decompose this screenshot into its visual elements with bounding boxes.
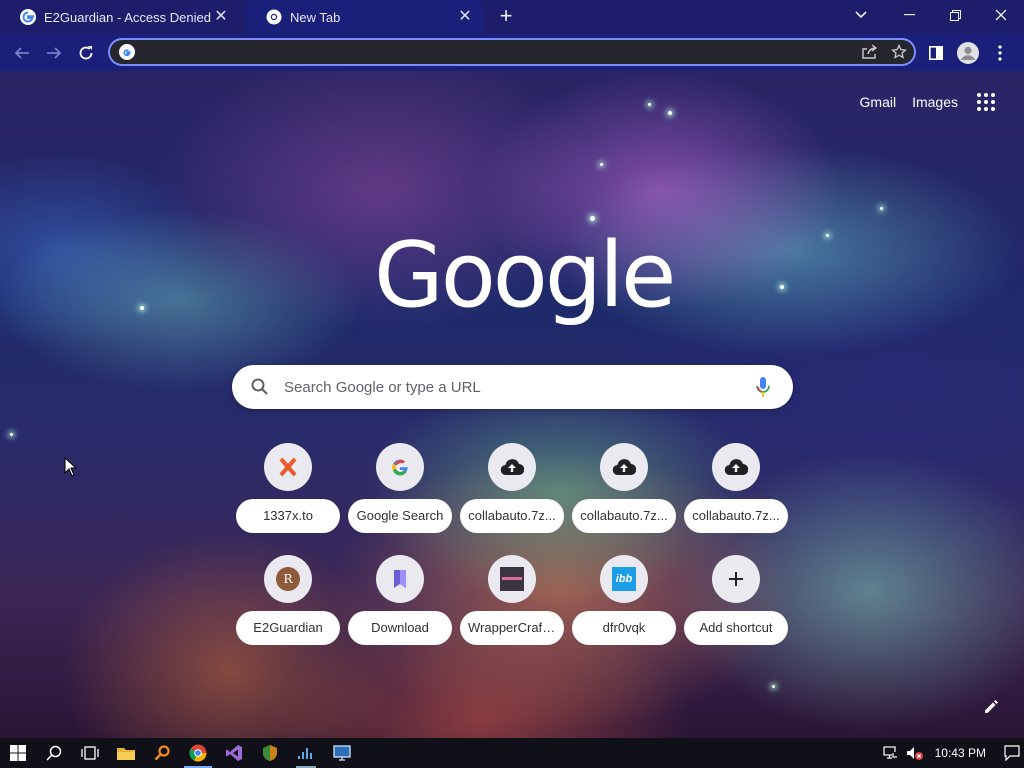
tab-close-icon[interactable]: ✕ [456,8,474,26]
chrome-favicon-icon [266,9,282,25]
cloud-upload-icon [600,443,648,491]
system-tray: 10:43 PM [879,738,1024,768]
shortcut-label: collabauto.7z... [572,499,676,533]
shortcut-tile[interactable]: collabauto.7z... [572,443,676,533]
r-letter-icon: R [264,555,312,603]
file-explorer-icon[interactable] [108,738,144,768]
x-letter-icon [264,443,312,491]
google-g-icon [376,443,424,491]
shortcut-label: collabauto.7z... [684,499,788,533]
clock[interactable]: 10:43 PM [935,746,986,760]
tab-new-tab[interactable]: New Tab ✕ [246,0,484,34]
app-shield-icon[interactable] [252,738,288,768]
tab-close-icon[interactable]: ✕ [212,8,230,26]
forward-arrow-icon[interactable] [38,37,70,69]
customize-pencil-icon[interactable] [982,696,1002,716]
shortcut-tile[interactable]: Download [348,555,452,645]
apps-grid-icon[interactable] [974,90,998,114]
shortcut-label: collabauto.7z... [460,499,564,533]
shortcut-tile[interactable]: R E2Guardian [236,555,340,645]
visual-studio-icon[interactable] [216,738,252,768]
google-favicon-icon [20,9,36,25]
windows-start-icon[interactable] [0,738,36,768]
shortcut-label: Download [348,611,452,645]
windows-taskbar: 10:43 PM [0,738,1024,768]
cloud-upload-icon [712,443,760,491]
remote-desktop-icon[interactable] [324,738,360,768]
shortcut-tile[interactable]: collabauto.7z... [460,443,564,533]
share-icon[interactable] [854,40,884,64]
chrome-icon[interactable] [180,738,216,768]
shortcut-label: Add shortcut [684,611,788,645]
search-box[interactable]: Search Google or type a URL [232,365,793,409]
tab-search-chevron-icon[interactable] [846,0,876,30]
minimize-icon[interactable] [886,0,932,30]
shortcut-tile[interactable]: 1337x.to [236,443,340,533]
shortcut-label: 1337x.to [236,499,340,533]
add-shortcut-button[interactable]: Add shortcut [684,555,788,645]
bookmark-icon [376,555,424,603]
notification-center-icon[interactable] [1000,738,1024,768]
mouse-cursor-icon [64,457,78,477]
shortcut-tile[interactable]: Google Search [348,443,452,533]
tab-title: E2Guardian - Access Denied [44,9,211,25]
new-tab-button[interactable]: + [492,3,520,31]
restore-icon[interactable] [932,0,978,30]
address-bar[interactable] [108,38,916,66]
microphone-icon[interactable] [755,376,771,398]
google-g-icon [119,44,135,60]
browser-toolbar [0,34,1024,71]
volume-muted-icon[interactable] [903,738,927,768]
site-thumbnail-icon [488,555,536,603]
google-logo: Google [374,223,676,328]
search-placeholder: Search Google or type a URL [284,378,481,396]
shortcut-tile[interactable]: ibb dfr0vqk [572,555,676,645]
window-controls [886,0,1024,30]
menu-kebab-icon[interactable] [984,37,1016,69]
close-window-icon[interactable] [978,0,1024,30]
back-arrow-icon[interactable] [6,37,38,69]
shortcut-label: WrapperCraft... [460,611,564,645]
search-icon[interactable] [36,738,72,768]
shortcut-label: dfr0vqk [572,611,676,645]
profile-avatar-icon[interactable] [952,37,984,69]
plus-icon [712,555,760,603]
bookmark-star-icon[interactable] [884,40,914,64]
address-input[interactable] [143,41,854,63]
gmail-link[interactable]: Gmail [860,94,897,110]
audio-mixer-icon[interactable] [288,738,324,768]
shortcut-tile[interactable]: WrapperCraft... [460,555,564,645]
shortcut-label: E2Guardian [236,611,340,645]
reload-icon[interactable] [70,37,102,69]
tab-e2guardian[interactable]: E2Guardian - Access Denied ✕ [0,0,240,34]
task-view-icon[interactable] [72,738,108,768]
images-link[interactable]: Images [912,94,958,110]
shortcut-label: Google Search [348,499,452,533]
shortcut-tile[interactable]: collabauto.7z... [684,443,788,533]
search-icon [251,378,268,395]
tab-title: New Tab [290,9,341,25]
cloud-upload-icon [488,443,536,491]
magnifier-app-icon[interactable] [144,738,180,768]
header-links: Gmail Images [860,90,998,114]
side-panel-icon[interactable] [920,37,952,69]
network-icon[interactable] [879,738,903,768]
ibb-logo-icon: ibb [600,555,648,603]
